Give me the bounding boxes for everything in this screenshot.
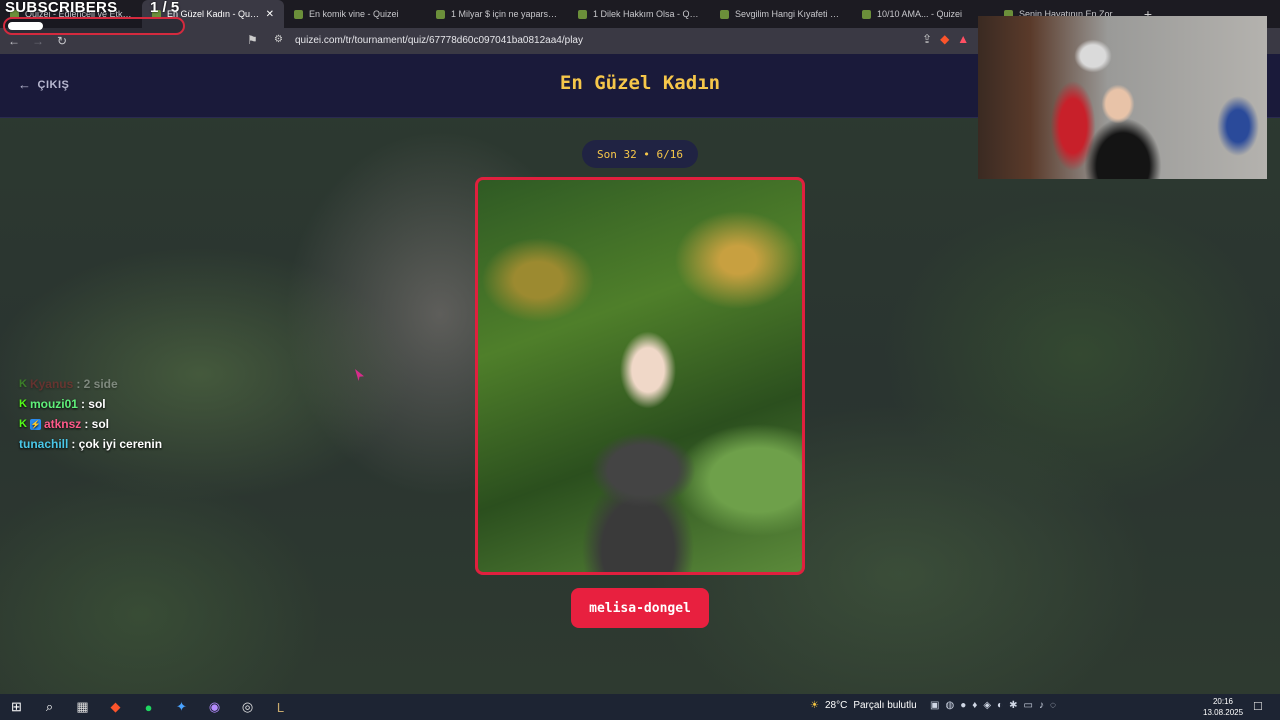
obs-icon[interactable]: ◎ [231,694,264,720]
round-indicator: Son 32 • 6/16 [582,140,698,168]
kick-badge-icon: K [19,378,27,390]
weather-temp: 28°C [824,700,848,711]
tray-mic-icon[interactable]: ♦ [972,700,977,711]
chat-username: tunachill [19,437,69,451]
chat-text: : 2 side [76,377,118,391]
browser-tab-5[interactable]: 1 Dilek Hakkım Olsa - Quizei [568,0,710,28]
sub-badge-icon: ⚡ [29,418,41,430]
tray-shield-icon[interactable]: ◈ [983,700,991,711]
clock-date: 13.08.2025 [1203,708,1244,717]
browser-tab-4[interactable]: 1 Milyar $ için ne yaparsın? - Q [426,0,568,28]
system-tray: ▣ ◍ ● ♦ ◈ ◐ ✱ ▭ ♪ ◌ [930,700,1056,711]
favicon-icon [436,9,445,19]
favicon-icon [862,9,871,19]
favicon-icon [294,9,303,19]
weather-widget[interactable]: ☀ 28°C Parçalı bulutlu [810,700,917,711]
browser-tab-3[interactable]: En komik vine - Quizei [284,0,426,28]
clock-time: 20:16 [1212,697,1234,706]
taskbar-clock[interactable]: 20:16 13.08.2025 [1203,696,1243,718]
subs-goal-fill [8,22,43,30]
chat-username: Kyanus [29,377,74,391]
weather-desc: Parçalı bulutlu [853,700,917,711]
close-tab-icon[interactable]: ✕ [260,9,274,20]
subs-goal-count: 1 / 5 [150,0,180,16]
chat-text: : sol [84,417,109,431]
chat-message: tunachill : çok iyi cerenin [19,434,162,454]
tray-bluetooth-icon[interactable]: ✱ [1009,700,1017,711]
tab-label: Sevgilim Hangi Kıyafeti Dışarda [735,9,842,19]
tray-spotify-icon[interactable]: ● [960,700,966,711]
stream-chat: K Kyanus : 2 side K mouzi01 : sol K ⚡ at… [19,374,162,454]
brave-browser-icon[interactable]: ◆ [99,694,132,720]
webcam-feed [978,16,1267,179]
screen: Quizei - Eğlenceli ve Etkileşimli En Güz… [0,0,1280,720]
tab-label: En komik vine - Quizei [309,9,399,19]
tray-volume-icon[interactable]: ♪ [1039,700,1044,711]
spotify-icon[interactable]: ● [132,694,165,720]
brave-rewards-icon[interactable]: ▲ [957,32,969,46]
chat-message: K ⚡ atknsz : sol [19,414,162,434]
subs-goal-bar [3,17,185,35]
tray-steam-icon[interactable]: ◌ [1050,700,1056,711]
site-info-icon[interactable]: ⚙ [274,34,283,45]
search-icon[interactable]: ⌕ [33,694,66,720]
chat-username: atknsz [43,417,82,431]
bookmark-icon[interactable]: ⚑ [247,33,258,47]
chat-text: : sol [80,397,106,411]
favicon-icon [578,9,587,19]
tray-display-icon[interactable]: ▭ [1023,700,1032,711]
chat-message: K Kyanus : 2 side [19,374,162,394]
candidate-photo[interactable] [475,177,805,575]
weather-cloud-sun-icon: ☀ [810,700,819,711]
favicon-icon [720,9,729,19]
subs-goal-label: SUBSCRIBERS [5,0,118,16]
chat-text: : çok iyi cerenin [71,437,163,451]
task-view-icon[interactable]: ▦ [66,694,99,720]
discord-icon[interactable]: ◉ [198,694,231,720]
tab-label: 1 Dilek Hakkım Olsa - Quizei [593,9,700,19]
browser-tab-7[interactable]: 10/10 AMA... - Quizei [852,0,994,28]
chat-username: mouzi01 [29,397,78,411]
windows-start-icon[interactable]: ⊞ [0,694,33,720]
share-icon[interactable]: ⇪ [922,32,932,46]
taskbar: ⊞ ⌕ ▦ ◆ ● ✦ ◉ ◎ L ☀ 28°C Parçalı bulutlu… [0,694,1280,720]
url-actions: ⇪ ◆ ▲ [922,32,969,46]
chat-message: K mouzi01 : sol [19,394,162,414]
url-text[interactable]: quizei.com/tr/tournament/quiz/67778d60c0… [295,35,583,46]
tray-network-icon[interactable]: ◐ [997,700,1003,711]
browser-tab-6[interactable]: Sevgilim Hangi Kıyafeti Dışarda [710,0,852,28]
notification-icon[interactable]: ☐ [1253,700,1263,713]
league-of-legends-icon[interactable]: L [264,694,297,720]
candidate-name-button[interactable]: melisa-dongel [571,588,709,628]
tab-label: 10/10 AMA... - Quizei [877,9,963,19]
brave-shield-icon[interactable]: ◆ [940,32,949,46]
kick-badge-icon: K [19,418,27,430]
tray-app-icon[interactable]: ▣ [930,700,939,711]
kick-badge-icon: K [19,398,27,410]
tab-label: 1 Milyar $ için ne yaparsın? - Q [451,9,558,19]
app-icon[interactable]: ✦ [165,694,198,720]
tray-headset-icon[interactable]: ◍ [945,700,954,711]
